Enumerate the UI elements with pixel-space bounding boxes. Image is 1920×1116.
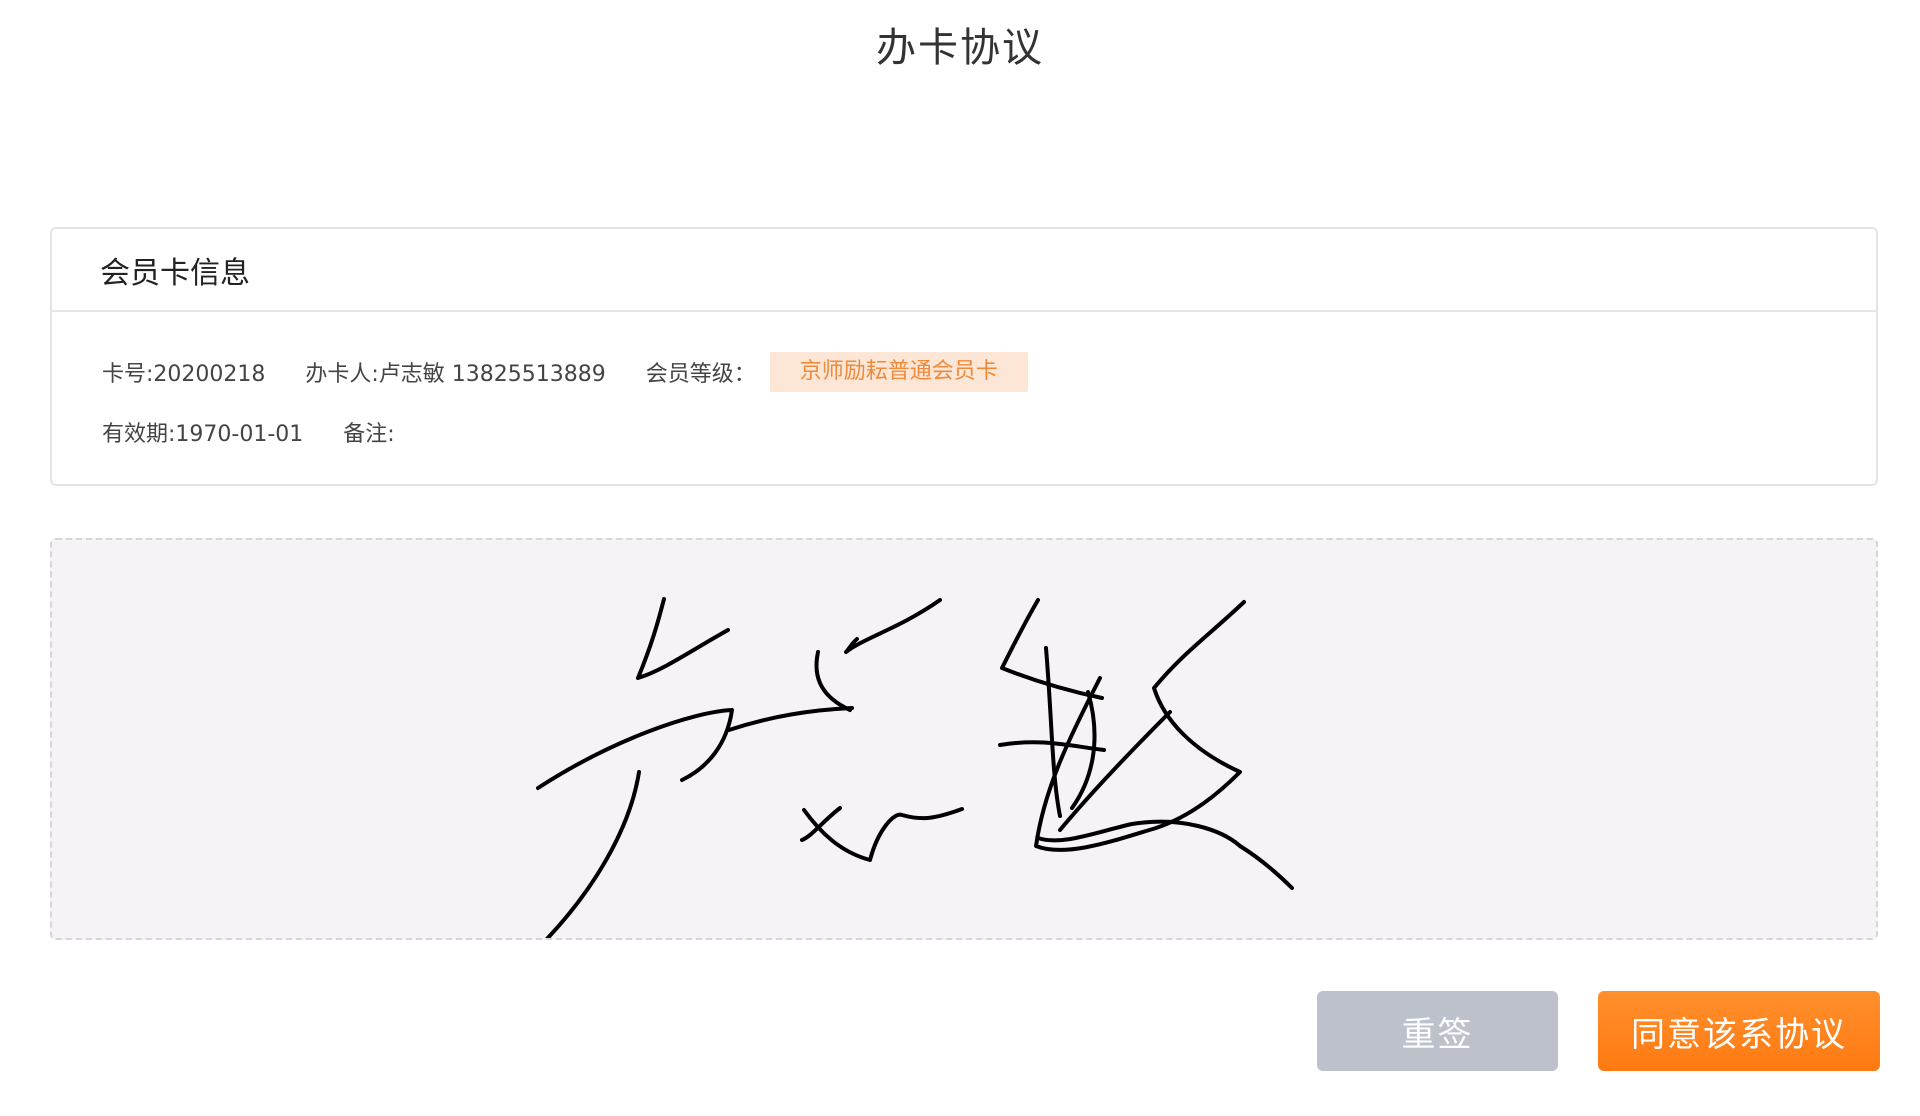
remark: 备注: bbox=[343, 422, 395, 447]
resign-button[interactable]: 重签 bbox=[1317, 991, 1558, 1071]
info-row-1: 卡号:20200218 办卡人:卢志敏 13825513889 会员等级： 京师… bbox=[102, 352, 1876, 392]
handwritten-signature bbox=[536, 597, 1294, 938]
member-level-label: 会员等级： bbox=[645, 362, 756, 387]
member-card-info-panel: 会员卡信息 卡号:20200218 办卡人:卢志敏 13825513889 会员… bbox=[50, 227, 1878, 486]
member-card-header: 会员卡信息 bbox=[52, 229, 1876, 312]
member-level-badge: 京师励耘普通会员卡 bbox=[769, 352, 1028, 392]
card-holder: 办卡人:卢志敏 13825513889 bbox=[305, 362, 606, 387]
card-number: 卡号:20200218 bbox=[102, 362, 266, 387]
signature-pad[interactable] bbox=[50, 538, 1878, 940]
agree-agreement-button[interactable]: 同意该系协议 bbox=[1598, 991, 1880, 1071]
info-row-2: 有效期:1970-01-01 备注: bbox=[102, 412, 1876, 452]
member-card-body: 卡号:20200218 办卡人:卢志敏 13825513889 会员等级： 京师… bbox=[52, 312, 1876, 452]
page-title: 办卡协议 bbox=[876, 25, 1044, 71]
agreement-page: 办卡协议 会员卡信息 卡号:20200218 办卡人:卢志敏 138255138… bbox=[0, 0, 1920, 1116]
valid-until: 有效期:1970-01-01 bbox=[102, 422, 304, 447]
